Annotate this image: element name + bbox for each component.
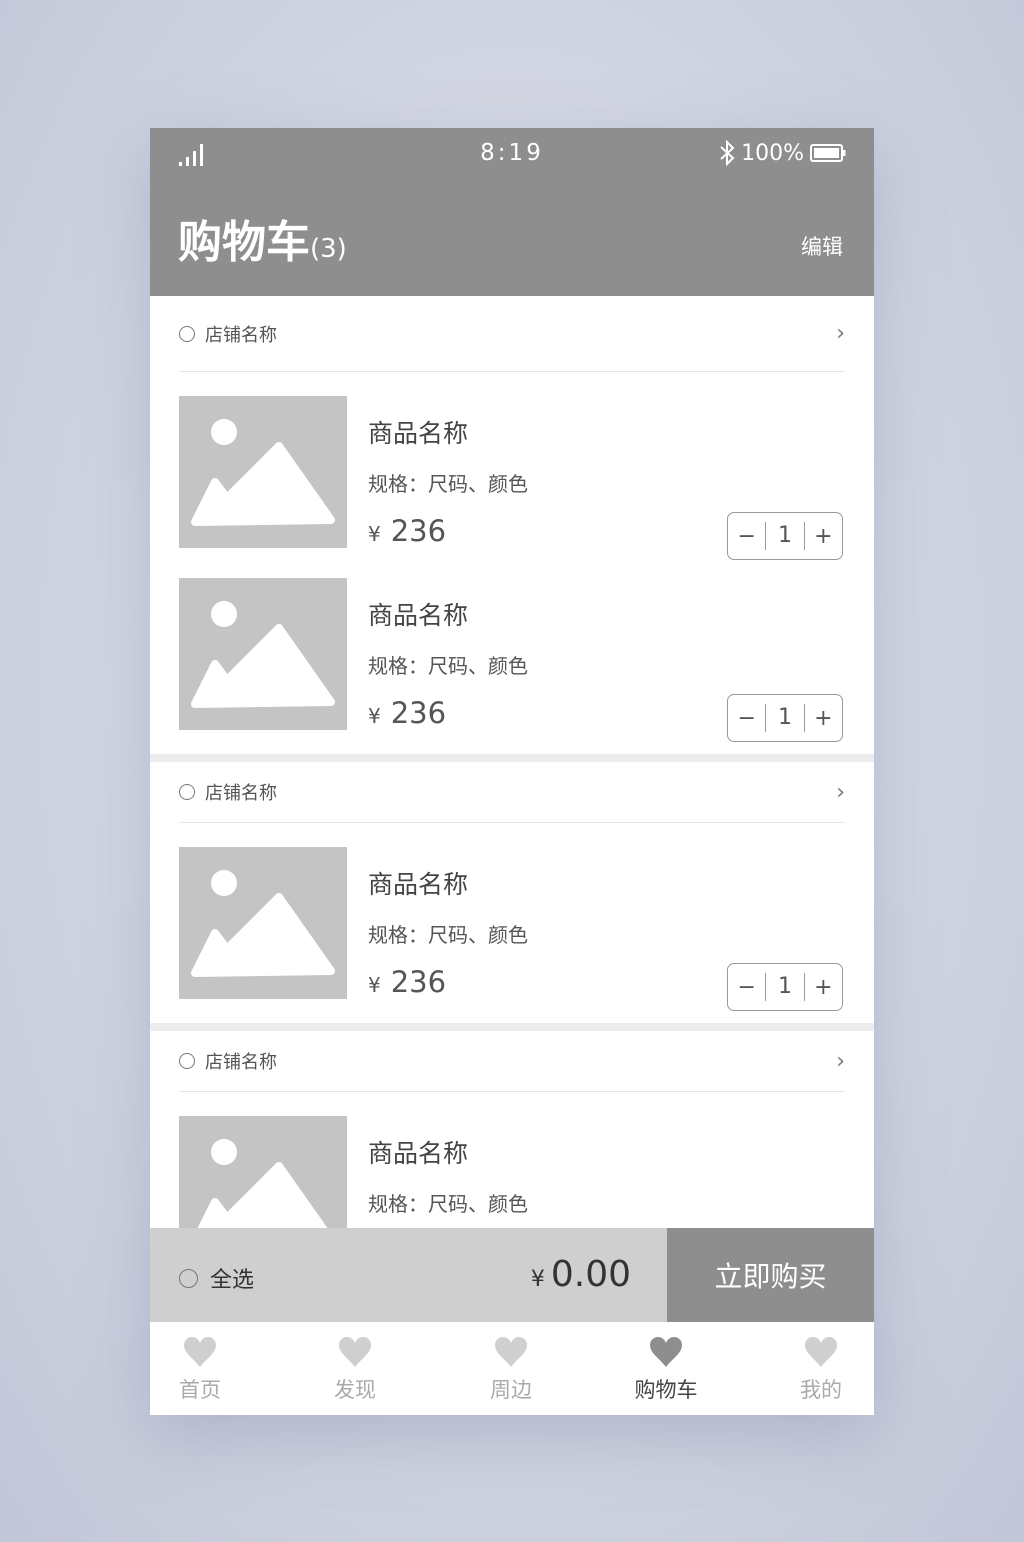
edit-button[interactable]: 编辑 [801,231,843,261]
quantity-value[interactable]: 1 [765,522,805,550]
product-spec: 规格：尺码、颜色 [368,472,528,496]
quantity-stepper: −1 + [727,512,843,560]
price-value: 236 [390,514,447,548]
tab-item[interactable]: 首页 [155,1336,245,1404]
tab-item[interactable]: 我的 [776,1336,866,1404]
minus-button[interactable]: − [728,706,765,731]
quantity-value[interactable]: 1 [765,973,805,1001]
product-spec: 规格：尺码、颜色 [368,654,528,678]
image-placeholder-icon [179,847,347,999]
store-section: 店铺名称 › 商品名称 规格：尺码、颜色 ¥236 −1+ [150,762,874,1023]
tab-item[interactable]: 购物车 [621,1336,711,1404]
phone-screen: 8:19 100% 购物车(3) 编辑 店铺名称 › 商品名称 规格：尺码、颜色 … [150,128,874,1415]
select-all-radio[interactable] [179,1268,198,1288]
image-placeholder-icon [179,1116,347,1228]
price-value: 236 [390,965,447,999]
product-price: ¥236 [368,696,446,730]
product-price: ¥236 [368,514,446,548]
cart-list: 店铺名称 › 商品名称 规格：尺码、颜色 ¥236 −1 + 商品名称 规格：尺码、… [150,296,874,1228]
tab-label: 发现 [334,1378,376,1402]
price-value: 236 [390,696,447,730]
total-value: 0.00 [550,1254,631,1295]
store-name: 店铺名称 [205,1052,277,1073]
battery-icon [810,144,846,162]
store-radio[interactable] [179,325,195,342]
store-header[interactable]: 店铺名称 › [179,296,845,372]
chevron-right-icon[interactable]: › [836,1049,845,1074]
heart-icon [805,1337,837,1367]
quantity-stepper: −1 + [727,694,843,742]
product-spec: 规格：尺码、颜色 [368,1192,528,1216]
plus-button[interactable]: + [805,524,842,549]
store-header[interactable]: 店铺名称 › [179,1031,845,1092]
title-text: 购物车 [178,217,310,268]
chevron-right-icon[interactable]: › [836,321,845,346]
tab-item[interactable]: 周边 [466,1336,556,1404]
minus-button[interactable]: − [728,975,765,1000]
select-all[interactable]: 全选 [179,1262,254,1294]
heart-icon [495,1337,527,1367]
store-radio[interactable] [179,1053,195,1069]
currency-symbol: ¥ [368,704,381,728]
buy-now-button[interactable]: 立即购买 [667,1228,874,1322]
battery-percent: 100% [741,140,804,166]
store-radio[interactable] [179,784,195,800]
total-price: ¥0.00 [531,1254,631,1295]
bluetooth-icon [720,140,735,166]
heart-icon [184,1337,216,1367]
tab-label: 首页 [179,1378,221,1402]
quantity-value[interactable]: 1 [765,704,805,732]
quantity-stepper: −1 + [727,963,843,1011]
product-name[interactable]: 商品名称 [368,414,468,450]
product-spec: 规格：尺码、颜色 [368,923,528,947]
tab-item[interactable]: 发现 [310,1336,400,1404]
product-name[interactable]: 商品名称 [368,865,468,901]
cart-item: 商品名称 规格：尺码、颜色 ¥236 −1+ [179,396,845,560]
cart-item: 商品名称 规格：尺码、颜色 ¥236 −1+ [179,578,845,742]
chevron-right-icon[interactable]: › [836,780,845,805]
image-placeholder-icon [179,578,347,730]
product-price: ¥236 [368,965,446,999]
product-name[interactable]: 商品名称 [368,596,468,632]
tab-bar: 首页 发现 周边 购物车 我的 [150,1322,874,1415]
header: 8:19 100% 购物车(3) 编辑 [150,128,874,296]
tab-label: 周边 [490,1378,532,1402]
store-header[interactable]: 店铺名称 › [179,762,845,823]
minus-button[interactable]: − [728,524,765,549]
page-title: 购物车(3) [178,206,347,270]
store-name: 店铺名称 [205,783,277,804]
tab-label: 购物车 [634,1378,698,1402]
currency-symbol: ¥ [368,973,381,997]
heart-icon [339,1337,371,1367]
select-all-label: 全选 [210,1268,255,1293]
store-section: 店铺名称 › 商品名称 规格：尺码、颜色 ¥236 −1+ [150,1031,874,1228]
checkout-bar: 全选 ¥0.00 立即购买 [150,1228,874,1322]
cart-count: (3) [310,234,347,264]
cart-item: 商品名称 规格：尺码、颜色 ¥236 −1+ [179,847,845,1011]
product-name[interactable]: 商品名称 [368,1134,468,1170]
cart-item: 商品名称 规格：尺码、颜色 ¥236 −1+ [179,1116,845,1228]
store-section: 店铺名称 › 商品名称 规格：尺码、颜色 ¥236 −1 + 商品名称 规格：尺码、… [150,296,874,754]
store-name: 店铺名称 [205,324,277,346]
currency-symbol: ¥ [530,1267,545,1292]
plus-button[interactable]: + [805,706,842,731]
status-right: 100% [719,140,846,166]
heart-icon [650,1337,682,1367]
currency-symbol: ¥ [368,522,381,546]
plus-button[interactable]: + [805,975,842,1000]
image-placeholder-icon [179,396,347,548]
tab-label: 我的 [800,1378,842,1402]
